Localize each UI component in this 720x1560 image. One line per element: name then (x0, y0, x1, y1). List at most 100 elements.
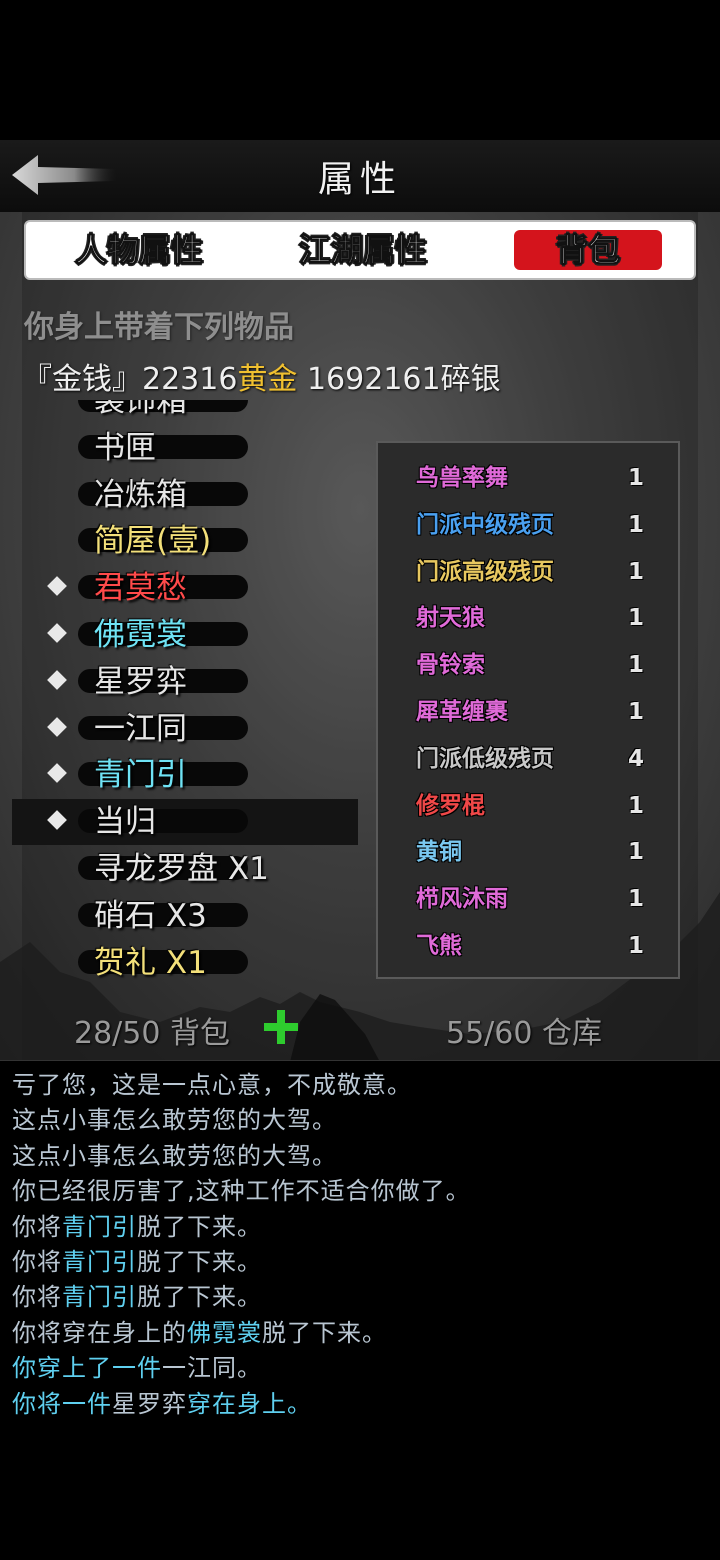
item-name: 简屋(壹) (94, 523, 212, 560)
item-list[interactable]: 装饰箱书匣冶炼箱简屋(壹) 君莫愁佛霓裳星罗弈一江同青门引当归寻龙罗盘 X1 硝石 … (0, 400, 370, 988)
log-text: 亏了您，这是一点心意，不成敬意。 (12, 1071, 412, 1099)
log-text: 你将穿在身上的 (12, 1318, 187, 1347)
top-bar: 属性 (0, 140, 720, 213)
equipped-diamond-icon (47, 716, 67, 737)
equipped-diamond-icon (47, 810, 67, 831)
detail-row[interactable]: 黄铜 1 (378, 829, 678, 875)
detail-item-count: 1 (628, 652, 645, 679)
item-row[interactable]: 寻龙罗盘 X1 (0, 846, 370, 892)
item-row[interactable]: 书匣 (0, 425, 370, 471)
item-name: 硝石 X3 (94, 897, 207, 934)
back-button[interactable] (8, 152, 118, 198)
detail-row[interactable]: 栉风沐雨 1 (378, 876, 678, 922)
item-row[interactable]: 简屋(壹) (0, 518, 370, 564)
log-line: 你将青门引脱了下来。 (12, 1277, 262, 1312)
detail-item-count: 1 (628, 465, 645, 491)
detail-item-name: 门派低级残页 (416, 745, 554, 772)
detail-item-count: 4 (628, 745, 645, 772)
item-row[interactable]: 冶炼箱 (0, 472, 370, 518)
detail-row[interactable]: 修罗棍 1 (378, 783, 678, 829)
item-name: 星罗弈 (94, 663, 187, 700)
item-row[interactable]: 一江同 (0, 706, 370, 752)
item-row[interactable]: 君莫愁 (0, 565, 370, 611)
gold-unit: 黄金 (237, 362, 298, 397)
item-row[interactable]: 硝石 X3 (0, 893, 370, 939)
detail-item-count: 1 (628, 511, 645, 538)
item-name: 装饰箱 (94, 400, 187, 419)
item-name: 贺礼 X1 (94, 944, 207, 981)
log-highlight-text: 青门引 (62, 1248, 137, 1276)
item-name: 青门引 (94, 757, 187, 794)
log-text: 脱了下来。 (137, 1212, 262, 1241)
detail-item-name: 射天狼 (416, 605, 485, 632)
item-name: 佛霓裳 (94, 617, 187, 653)
item-name: 当归 (94, 804, 156, 841)
detail-row[interactable]: 门派低级残页 4 (378, 736, 678, 782)
detail-row[interactable]: 门派高级残页 1 (378, 549, 678, 595)
gold-amount: 22316 (142, 362, 238, 397)
log-line: 你将穿在身上的佛霓裳脱了下来。 (12, 1313, 387, 1348)
item-row[interactable]: 星罗弈 (0, 659, 370, 705)
detail-item-count: 1 (628, 886, 645, 913)
detail-item-count: 1 (628, 839, 645, 866)
log-line: 这点小事怎么敢劳您的大驾。 (12, 1100, 337, 1135)
detail-item-name: 修罗棍 (416, 792, 485, 819)
detail-item-name: 骨铃索 (416, 652, 485, 679)
bag-capacity: 28/50 背包 (74, 1016, 230, 1051)
tab-bar: 人物属性 江湖属性 背包 (24, 220, 696, 280)
tab-backpack[interactable]: 背包 (514, 230, 662, 270)
log-text: 一江同。 (162, 1354, 262, 1383)
detail-item-name: 飞熊 (416, 933, 462, 959)
log-line: 这点小事怎么敢劳您的大驾。 (12, 1136, 337, 1171)
detail-item-name: 黄铜 (416, 839, 462, 866)
item-name: 书匣 (94, 429, 156, 466)
detail-row[interactable]: 鸟兽率舞 1 (378, 455, 678, 501)
detail-row[interactable]: 飞熊 1 (378, 923, 678, 969)
log-highlight-text: 青门引 (62, 1283, 137, 1312)
item-detail-list[interactable]: 鸟兽率舞 1 门派中级残页 1 门派高级残页 1 射天狼 1 骨铃索 1 犀革缠裹 1 门派低级残页 4 修… (376, 441, 680, 979)
log-line: 亏了您，这是一点心意，不成敬意。 (12, 1065, 412, 1100)
item-name: 寻龙罗盘 X1 (94, 851, 269, 887)
detail-row[interactable]: 射天狼 1 (378, 595, 678, 641)
item-row[interactable]: 贺礼 X1 (0, 940, 370, 986)
expand-bag-button[interactable] (262, 1008, 300, 1046)
storage-capacity[interactable]: 55/60 仓库 (446, 1008, 602, 1052)
detail-item-count: 1 (628, 558, 645, 585)
money-line: 『金钱』22316黄金 1692161碎银 (22, 354, 501, 398)
log-text: 脱了下来。 (137, 1283, 262, 1312)
detail-item-count: 1 (628, 792, 645, 819)
item-row[interactable]: 青门引 (0, 752, 370, 798)
log-text: 脱了下来。 (262, 1318, 387, 1347)
equipped-diamond-icon (47, 623, 67, 643)
item-row[interactable]: 当归 (12, 799, 358, 846)
silver-amount: 1692161碎银 (297, 362, 501, 397)
detail-item-name: 犀革缠裹 (416, 699, 508, 725)
detail-row[interactable]: 犀革缠裹 1 (378, 689, 678, 735)
item-name: 冶炼箱 (94, 476, 187, 513)
item-name: 一江同 (94, 710, 187, 747)
log-highlight-text: 你将一件 (12, 1389, 112, 1418)
item-name: 君莫愁 (94, 570, 187, 607)
log-line: 你将一件星罗弈穿在身上。 (12, 1384, 312, 1419)
log-text: 你将 (12, 1212, 62, 1241)
log-text: 这点小事怎么敢劳您的大驾。 (12, 1141, 337, 1170)
tab-character-attributes[interactable]: 人物属性 (64, 230, 214, 270)
equipped-diamond-icon (47, 763, 67, 784)
log-line: 你将青门引脱了下来。 (12, 1207, 262, 1242)
log-highlight-text: 青门引 (62, 1212, 137, 1241)
log-text: 这点小事怎么敢劳您的大驾。 (12, 1106, 337, 1135)
log-line: 你将青门引脱了下来。 (12, 1242, 262, 1277)
detail-row[interactable]: 门派中级残页 1 (378, 502, 678, 548)
detail-item-name: 门派高级残页 (416, 558, 554, 585)
item-row[interactable]: 装饰箱 (0, 400, 370, 424)
log-highlight-text: 佛霓裳 (187, 1318, 262, 1347)
detail-item-name: 栉风沐雨 (416, 886, 508, 913)
log-text: 你将 (12, 1248, 62, 1276)
detail-row[interactable]: 骨铃索 1 (378, 642, 678, 688)
log-text: 星罗弈 (112, 1389, 187, 1418)
detail-item-name: 鸟兽率舞 (416, 465, 508, 491)
item-row[interactable]: 佛霓裳 (0, 612, 370, 658)
tab-jianghu-attributes[interactable]: 江湖属性 (288, 230, 438, 270)
equipped-diamond-icon (47, 669, 67, 690)
detail-item-count: 1 (628, 933, 645, 959)
